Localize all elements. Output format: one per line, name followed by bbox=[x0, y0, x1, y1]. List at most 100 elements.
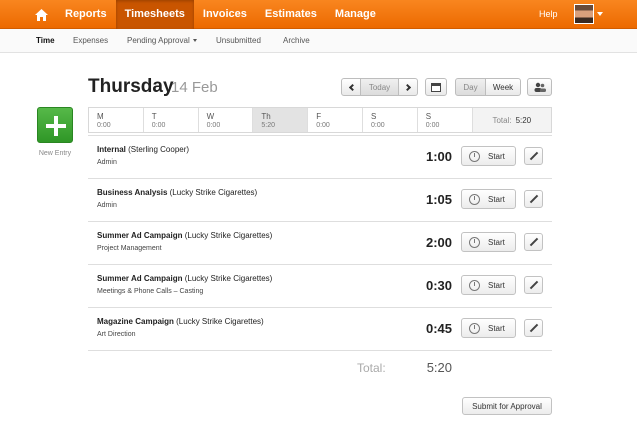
edit-entry-button[interactable] bbox=[524, 276, 543, 294]
chevron-down-icon[interactable] bbox=[597, 12, 603, 16]
tab-archive[interactable]: Archive bbox=[283, 29, 310, 53]
nav-estimates[interactable]: Estimates bbox=[256, 0, 326, 29]
week-strip: M 0:00 T 0:00 W 0:00 Th 5:20 F 0:00 S 0:00 S 0:… bbox=[88, 107, 552, 133]
entry-project: Summer Ad Campaign (Lucky Strike Cigaret… bbox=[97, 231, 272, 240]
week-day-label: M bbox=[97, 112, 104, 121]
tab-expenses[interactable]: Expenses bbox=[73, 29, 108, 53]
total-label: Total: bbox=[357, 361, 386, 375]
divider bbox=[88, 350, 552, 351]
pencil-icon bbox=[529, 280, 539, 290]
week-day-tue[interactable]: T 0:00 bbox=[144, 108, 199, 132]
submit-for-approval-button[interactable]: Submit for Approval bbox=[462, 397, 552, 415]
help-link[interactable]: Help bbox=[539, 0, 558, 29]
clock-icon bbox=[469, 237, 480, 248]
tab-pending-approval[interactable]: Pending Approval bbox=[127, 29, 197, 53]
total-value: 5:20 bbox=[426, 360, 452, 375]
nav-manage[interactable]: Manage bbox=[326, 0, 385, 29]
pencil-icon bbox=[529, 323, 539, 333]
tab-time[interactable]: Time bbox=[36, 29, 55, 53]
project-name: Summer Ad Campaign bbox=[97, 274, 183, 283]
client-name: (Lucky Strike Cigarettes) bbox=[184, 274, 273, 283]
clock-icon bbox=[469, 194, 480, 205]
entry-project: Magazine Campaign (Lucky Strike Cigarett… bbox=[97, 317, 264, 326]
new-entry-button[interactable] bbox=[37, 107, 73, 143]
entry-project: Internal (Sterling Cooper) bbox=[97, 145, 189, 154]
project-name: Business Analysis bbox=[97, 188, 168, 197]
nav-reports[interactable]: Reports bbox=[56, 0, 116, 29]
week-day-thu[interactable]: Th 5:20 bbox=[253, 108, 309, 132]
week-day-sat[interactable]: S 0:00 bbox=[363, 108, 418, 132]
calendar-button[interactable] bbox=[425, 78, 447, 96]
entry-duration: 0:45 bbox=[425, 321, 452, 336]
client-name: (Lucky Strike Cigarettes) bbox=[184, 231, 273, 240]
week-day-label: S bbox=[425, 112, 432, 121]
top-nav-bar: Reports Timesheets Invoices Estimates Ma… bbox=[0, 0, 637, 29]
week-total-label: Total: bbox=[492, 115, 512, 125]
previous-day-button[interactable] bbox=[341, 78, 361, 96]
start-label: Start bbox=[488, 324, 505, 333]
pencil-icon bbox=[529, 237, 539, 247]
entry-task: Project Management bbox=[97, 245, 162, 252]
week-day-sun[interactable]: S 0:00 bbox=[418, 108, 473, 132]
start-timer-button[interactable]: Start bbox=[461, 232, 516, 252]
entry-task: Art Direction bbox=[97, 331, 136, 338]
week-day-time: 0:00 bbox=[206, 122, 221, 129]
page-date: 14 Feb bbox=[171, 79, 218, 96]
project-name: Internal bbox=[97, 145, 126, 154]
start-timer-button[interactable]: Start bbox=[461, 189, 516, 209]
tab-pending-approval-label: Pending Approval bbox=[127, 36, 190, 45]
week-day-time: 0:00 bbox=[425, 122, 440, 129]
week-total: Total: 5:20 bbox=[472, 108, 551, 132]
project-name: Magazine Campaign bbox=[97, 317, 174, 326]
entry-duration: 2:00 bbox=[425, 235, 452, 250]
start-timer-button[interactable]: Start bbox=[461, 146, 516, 166]
avatar[interactable] bbox=[574, 4, 594, 24]
view-day-button[interactable]: Day bbox=[455, 78, 486, 96]
clock-icon bbox=[469, 280, 480, 291]
start-timer-button[interactable]: Start bbox=[461, 275, 516, 295]
time-entry: Summer Ad Campaign (Lucky Strike Cigaret… bbox=[88, 221, 552, 264]
entry-duration: 1:05 bbox=[425, 192, 452, 207]
client-name: (Lucky Strike Cigarettes) bbox=[176, 317, 264, 326]
week-total-value: 5:20 bbox=[515, 115, 532, 125]
week-day-wed[interactable]: W 0:00 bbox=[199, 108, 254, 132]
week-day-label: T bbox=[151, 112, 157, 121]
week-day-time: 5:20 bbox=[261, 122, 276, 129]
edit-entry-button[interactable] bbox=[524, 147, 543, 165]
entry-duration: 1:00 bbox=[425, 149, 452, 164]
start-label: Start bbox=[488, 238, 505, 247]
view-week-button[interactable]: Week bbox=[485, 78, 521, 96]
project-name: Summer Ad Campaign bbox=[97, 231, 183, 240]
today-button[interactable]: Today bbox=[360, 78, 399, 96]
nav-timesheets[interactable]: Timesheets bbox=[115, 0, 194, 29]
week-day-fri[interactable]: F 0:00 bbox=[308, 108, 363, 132]
time-entry: Magazine Campaign (Lucky Strike Cigarett… bbox=[88, 307, 552, 350]
main-nav: Reports Timesheets Invoices Estimates Ma… bbox=[56, 0, 385, 29]
people-icon bbox=[534, 82, 546, 92]
home-icon bbox=[34, 8, 48, 21]
edit-entry-button[interactable] bbox=[524, 233, 543, 251]
week-day-time: 0:00 bbox=[370, 122, 385, 129]
teammates-button[interactable] bbox=[527, 78, 552, 96]
edit-entry-button[interactable] bbox=[524, 319, 543, 337]
week-day-time: 0:00 bbox=[316, 122, 330, 129]
home-button[interactable] bbox=[28, 0, 54, 29]
tab-unsubmitted[interactable]: Unsubmitted bbox=[216, 29, 261, 53]
pencil-icon bbox=[529, 194, 539, 204]
chevron-left-icon bbox=[348, 83, 356, 91]
client-name: (Lucky Strike Cigarettes) bbox=[169, 188, 258, 197]
next-day-button[interactable] bbox=[398, 78, 418, 96]
week-day-label: F bbox=[316, 112, 322, 121]
week-day-time: 0:00 bbox=[97, 122, 111, 129]
entry-duration: 0:30 bbox=[425, 278, 452, 293]
start-label: Start bbox=[488, 152, 505, 161]
edit-entry-button[interactable] bbox=[524, 190, 543, 208]
chevron-down-icon bbox=[192, 39, 197, 43]
entry-project: Business Analysis (Lucky Strike Cigarett… bbox=[97, 188, 257, 197]
start-label: Start bbox=[488, 195, 505, 204]
entry-project: Summer Ad Campaign (Lucky Strike Cigaret… bbox=[97, 274, 272, 283]
time-entry: Business Analysis (Lucky Strike Cigarett… bbox=[88, 178, 552, 221]
start-timer-button[interactable]: Start bbox=[461, 318, 516, 338]
nav-invoices[interactable]: Invoices bbox=[194, 0, 256, 29]
week-day-mon[interactable]: M 0:00 bbox=[89, 108, 144, 132]
